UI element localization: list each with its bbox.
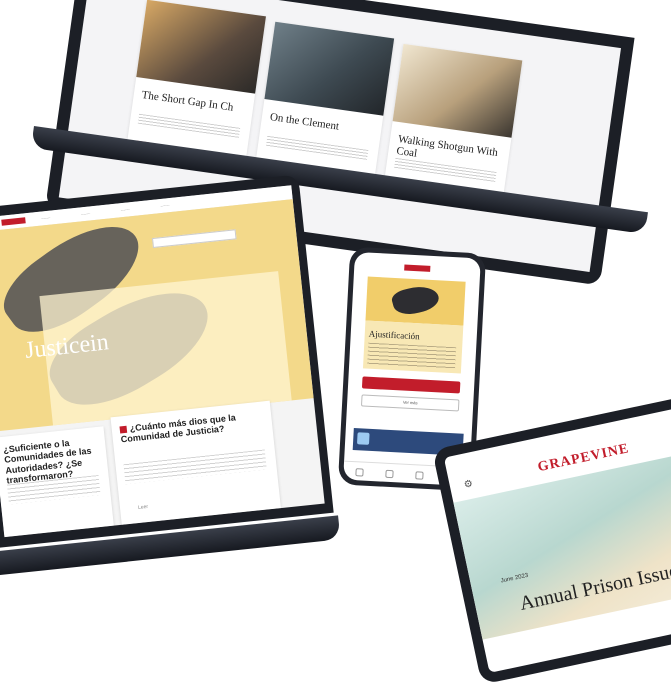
left-laptop: ——— ——— ——— ——— Justicein ¿Suficiente o …: [0, 0, 360, 619]
read-more-link[interactable]: Leer: [138, 504, 149, 511]
cover-image: [453, 444, 671, 640]
article-summary: Ajustificación: [362, 320, 464, 374]
bookmark-icon[interactable]: [415, 471, 424, 480]
nav-item[interactable]: ———: [121, 207, 130, 212]
article-title: Ajustificación: [368, 328, 420, 342]
site-logo[interactable]: [1, 217, 26, 226]
article-excerpt: [123, 449, 267, 485]
search-icon[interactable]: [385, 469, 394, 479]
home-icon[interactable]: [355, 468, 364, 477]
bookmark-icon: [119, 425, 128, 434]
secondary-button[interactable]: Ver más: [360, 394, 460, 412]
primary-button[interactable]: [361, 376, 461, 394]
article-title: ¿Cuánto más dios que la Comunidad de Jus…: [119, 409, 264, 445]
settings-icon[interactable]: ⚙: [463, 478, 474, 491]
nav-item[interactable]: ———: [41, 216, 50, 221]
article-excerpt: [367, 342, 457, 370]
hand-illustration: [390, 281, 442, 319]
nav-item[interactable]: ———: [81, 211, 90, 216]
site-logo[interactable]: [404, 264, 431, 272]
hero-image: [365, 276, 466, 326]
article-title-text: ¿Cuánto más dios que la Comunidad de Jus…: [120, 412, 237, 445]
app-icon: [356, 432, 370, 445]
hero-section: Justicein: [0, 199, 314, 432]
tablet-screen: ⚙ GRAPEVINE ⚲ June 2023 Annual Prison Is…: [443, 399, 671, 673]
article-card[interactable]: ¿Suficiente o la Comunidades de las Auto…: [0, 426, 114, 538]
article-image: [392, 43, 523, 138]
search-input[interactable]: [151, 229, 237, 249]
article-card[interactable]: ¿Cuánto más dios que la Comunidad de Jus…: [110, 400, 281, 525]
nav-item[interactable]: ———: [160, 203, 169, 208]
left-laptop-screen: ——— ——— ——— ——— Justicein ¿Suficiente o …: [0, 185, 325, 538]
left-laptop-bezel: ——— ——— ——— ——— Justicein ¿Suficiente o …: [0, 174, 334, 549]
